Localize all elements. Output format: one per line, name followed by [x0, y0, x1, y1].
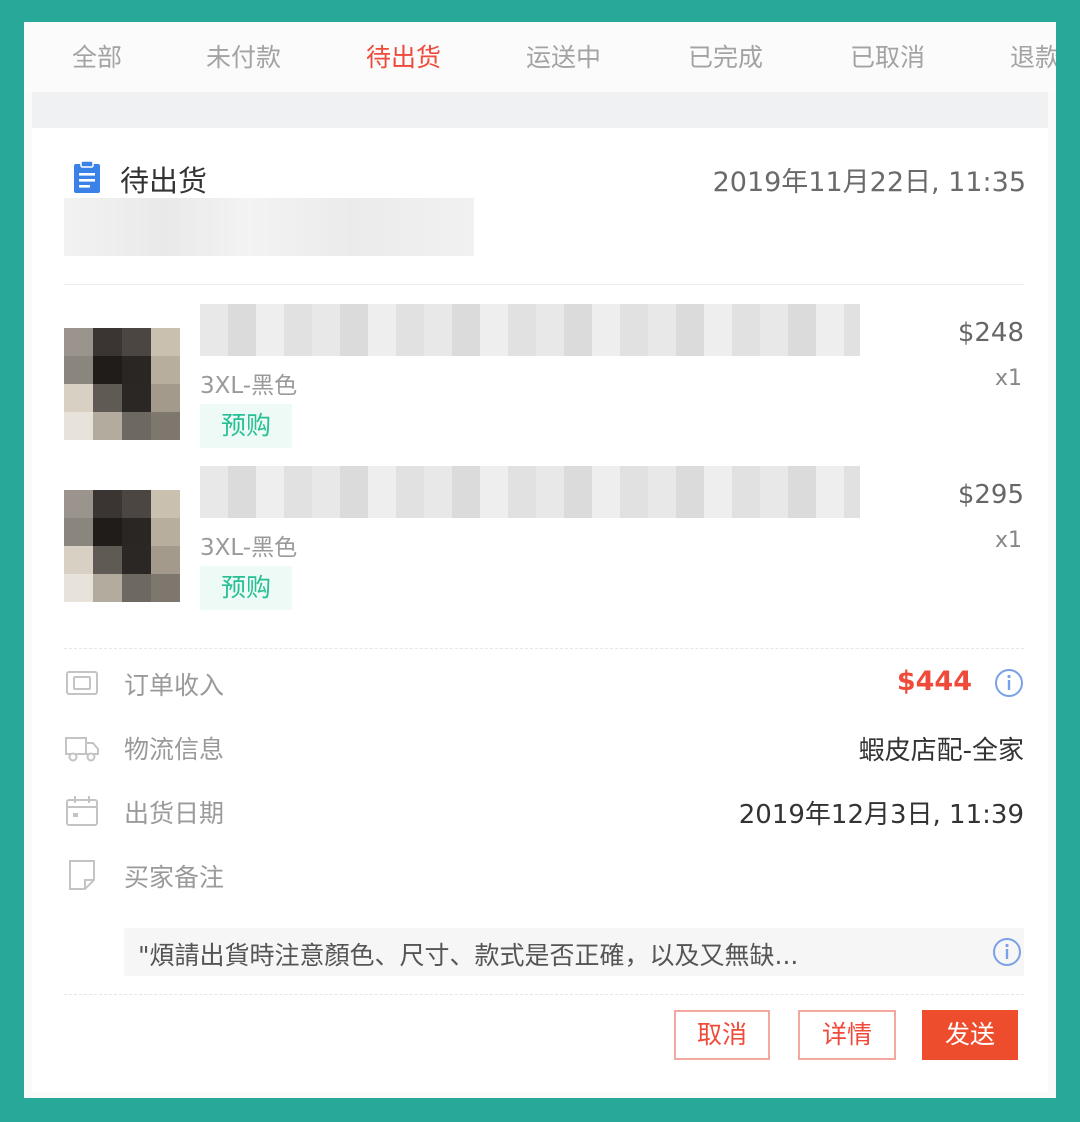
- product-quantity: x1: [994, 528, 1022, 553]
- product-quantity: x1: [994, 366, 1022, 391]
- divider: [64, 648, 1024, 649]
- calendar-icon: [66, 796, 98, 826]
- product-name-redacted: [200, 304, 860, 356]
- tab-refund[interactable]: 退款: [1010, 38, 1056, 74]
- tabs-separator: [32, 92, 1048, 128]
- info-icon[interactable]: [994, 668, 1024, 698]
- ship-date-label: 出货日期: [124, 799, 225, 828]
- product-name-redacted: [200, 466, 860, 518]
- order-income-row: 订单收入 $444: [64, 664, 1024, 704]
- order-status-title: 待出货: [120, 164, 208, 198]
- logistics-label: 物流信息: [124, 735, 225, 764]
- tab-unpaid[interactable]: 未付款: [206, 38, 281, 74]
- preorder-badge: 预购: [200, 404, 292, 448]
- clipboard-icon: [74, 160, 100, 193]
- tab-to-ship[interactable]: 待出货: [366, 38, 441, 74]
- buyer-note-row: 买家备注: [64, 856, 1024, 896]
- info-icon[interactable]: [992, 937, 1022, 967]
- tab-shipping[interactable]: 运送中: [526, 38, 601, 74]
- wallet-icon: [66, 671, 98, 695]
- ship-button[interactable]: 发送: [922, 1010, 1018, 1060]
- tab-completed[interactable]: 已完成: [688, 38, 763, 74]
- buyer-note-box[interactable]: "煩請出貨時注意顏色、尺寸、款式是否正確，以及又無缺...: [124, 928, 1024, 976]
- tab-cancelled[interactable]: 已取消: [850, 38, 925, 74]
- order-timestamp: 2019年11月22日, 11:35: [712, 167, 1026, 198]
- ship-date-value: 2019年12月3日, 11:39: [738, 800, 1024, 830]
- logistics-row: 物流信息 蝦皮店配-全家: [64, 728, 1024, 768]
- preorder-badge: 预购: [200, 566, 292, 610]
- truck-icon: [65, 737, 99, 762]
- product-item[interactable]: 3XL-黑色 预购 $248 x1: [64, 304, 1024, 454]
- order-status-tabs: 全部 未付款 待出货 运送中 已完成 已取消 退款: [24, 22, 1056, 92]
- product-variant: 3XL-黑色: [200, 535, 298, 561]
- logistics-value: 蝦皮店配-全家: [858, 736, 1024, 766]
- divider: [64, 994, 1024, 995]
- ship-date-row: 出货日期 2019年12月3日, 11:39: [64, 792, 1024, 832]
- order-income-value: $444: [896, 666, 972, 697]
- buyer-name-redacted: [64, 198, 474, 256]
- product-price: $295: [957, 480, 1024, 510]
- order-card: 待出货 2019年11月22日, 11:35 3XL-黑色 预购 $248 x1: [32, 128, 1048, 1092]
- details-button[interactable]: 详情: [798, 1010, 896, 1060]
- tab-all[interactable]: 全部: [72, 38, 122, 74]
- divider: [64, 284, 1024, 285]
- product-thumbnail: [64, 328, 180, 440]
- buyer-note-text: "煩請出貨時注意顏色、尺寸、款式是否正確，以及又無缺...: [138, 941, 799, 970]
- note-icon: [69, 860, 95, 890]
- order-income-label: 订单收入: [124, 671, 225, 700]
- buyer-note-label: 买家备注: [124, 863, 225, 892]
- order-list-screen: 全部 未付款 待出货 运送中 已完成 已取消 退款 待出货 2019年11月22…: [24, 22, 1056, 1098]
- product-item[interactable]: 3XL-黑色 预购 $295 x1: [64, 466, 1024, 616]
- cancel-button[interactable]: 取消: [674, 1010, 770, 1060]
- product-thumbnail: [64, 490, 180, 602]
- product-variant: 3XL-黑色: [200, 373, 298, 399]
- product-price: $248: [957, 318, 1024, 348]
